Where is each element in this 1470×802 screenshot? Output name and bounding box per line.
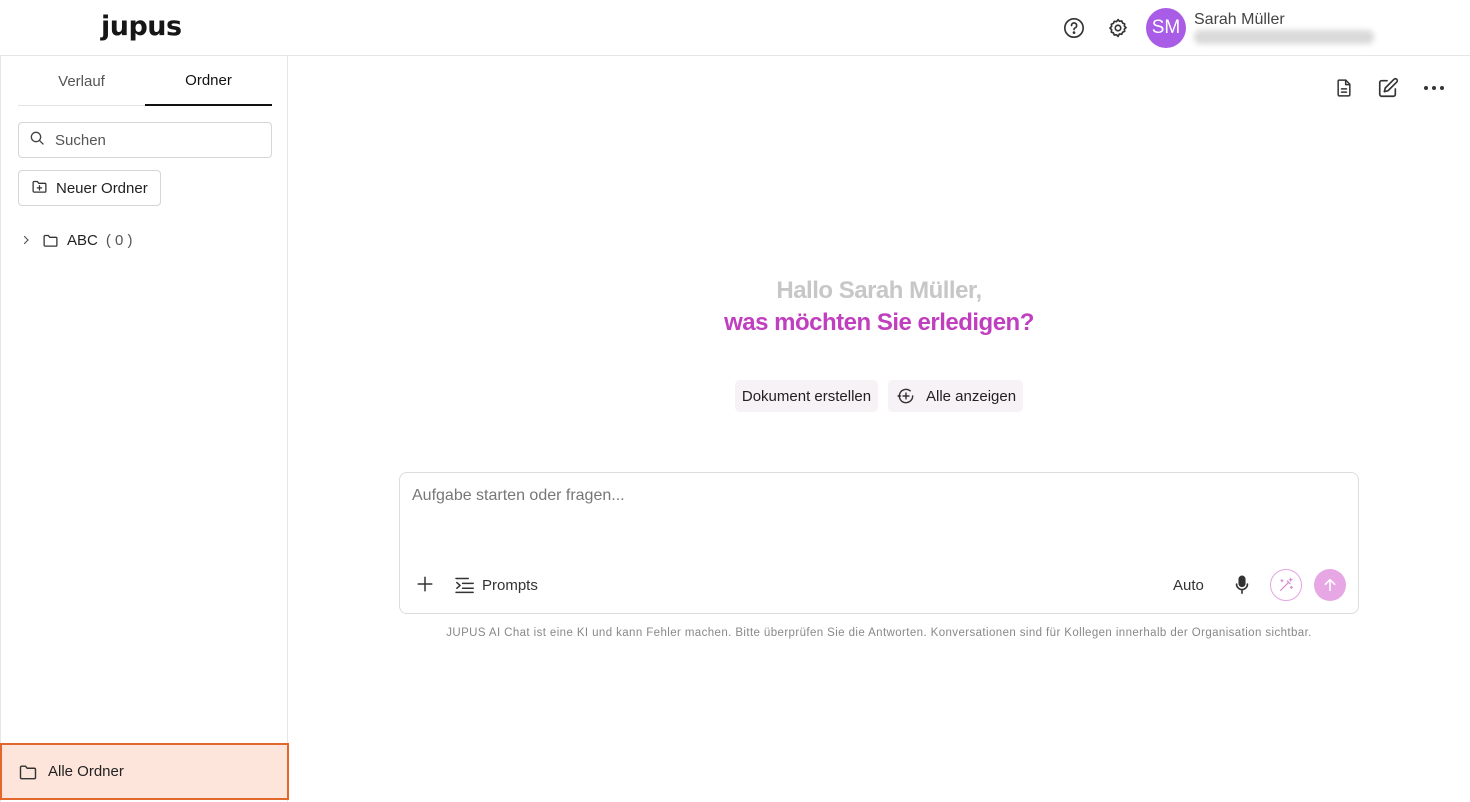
tab-ordner[interactable]: Ordner: [145, 56, 272, 106]
chat-input-box: Prompts Auto: [399, 472, 1359, 614]
prompts-list-icon: [454, 576, 476, 594]
folder-icon: [42, 232, 59, 249]
search-icon: [29, 130, 45, 151]
user-email-redacted: [1194, 30, 1374, 44]
plus-icon: [416, 575, 434, 593]
prompts-label: Prompts: [482, 576, 538, 594]
model-selector[interactable]: Auto: [1173, 577, 1204, 594]
greeting-subtitle: was möchten Sie erledigen?: [724, 309, 1034, 336]
add-attachment-button[interactable]: [414, 573, 436, 595]
microphone-button[interactable]: [1232, 574, 1252, 596]
new-folder-button[interactable]: Neuer Ordner: [18, 170, 161, 206]
chat-input[interactable]: [412, 487, 1342, 547]
create-document-chip[interactable]: Dokument erstellen: [735, 380, 878, 412]
show-all-label: Alle anzeigen: [926, 387, 1017, 405]
more-icon[interactable]: [1422, 76, 1446, 100]
all-folders-label: Alle Ordner: [48, 763, 124, 780]
user-avatar[interactable]: SM: [1146, 8, 1186, 48]
ai-disclaimer: JUPUS AI Chat ist eine KI und kann Fehle…: [446, 627, 1312, 639]
prompts-button[interactable]: Prompts: [454, 573, 538, 597]
folder-plus-icon: [31, 178, 48, 199]
folder-icon: [18, 762, 38, 782]
sidebar: Verlauf Ordner Neuer Ordner: [0, 56, 288, 802]
avatar-initials: SM: [1151, 17, 1181, 38]
app-logo[interactable]: jupus: [101, 11, 182, 43]
edit-icon[interactable]: [1376, 76, 1400, 100]
user-name: Sarah Müller: [1194, 11, 1285, 28]
arrow-up-icon: [1322, 577, 1338, 593]
settings-icon[interactable]: [1106, 16, 1130, 40]
microphone-icon: [1234, 575, 1250, 595]
show-all-chip[interactable]: Alle anzeigen: [888, 380, 1023, 412]
document-icon[interactable]: [1332, 76, 1356, 100]
all-folders-button[interactable]: Alle Ordner: [0, 743, 289, 800]
search-box[interactable]: [18, 122, 272, 158]
sidebar-tabs: Verlauf Ordner: [18, 56, 272, 106]
top-header: jupus SM Sarah Müller: [0, 0, 1470, 56]
greeting-title: Hallo Sarah Müller,: [776, 277, 982, 304]
folder-name: ABC: [67, 231, 98, 249]
add-circle-icon: [896, 386, 916, 406]
search-input[interactable]: [55, 131, 255, 149]
chevron-right-icon[interactable]: [18, 234, 34, 246]
tab-verlauf[interactable]: Verlauf: [18, 56, 145, 106]
create-document-label: Dokument erstellen: [741, 387, 872, 405]
send-button[interactable]: [1314, 569, 1346, 601]
magic-wand-icon: [1278, 577, 1294, 593]
new-folder-label: Neuer Ordner: [56, 179, 148, 197]
folder-count: ( 0 ): [105, 231, 133, 249]
enhance-prompt-button[interactable]: [1270, 569, 1302, 601]
help-icon[interactable]: [1062, 16, 1086, 40]
folder-item[interactable]: ABC ( 0 ): [18, 228, 133, 252]
